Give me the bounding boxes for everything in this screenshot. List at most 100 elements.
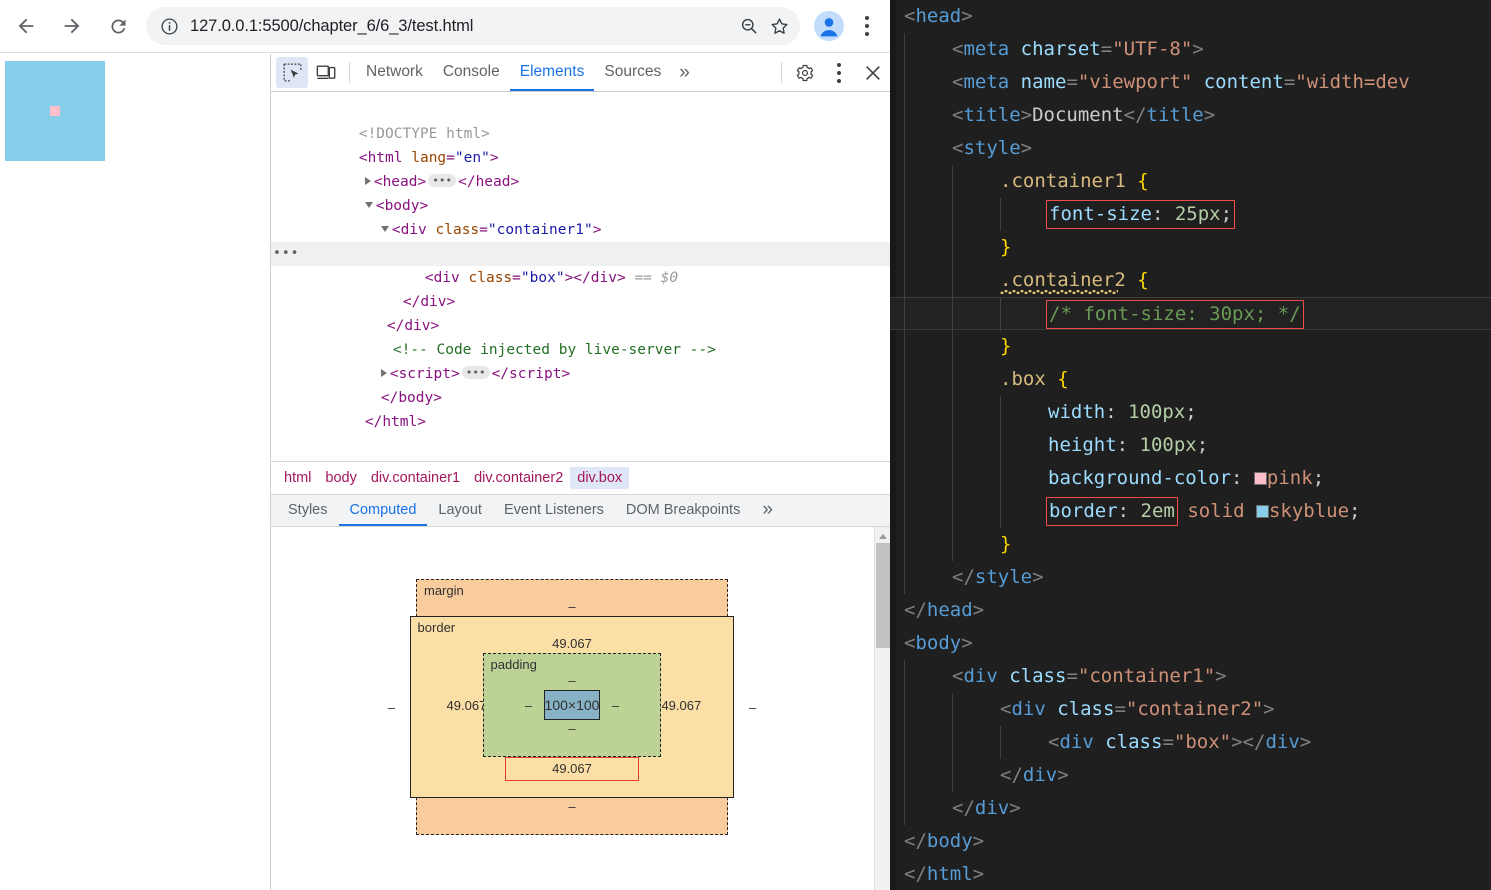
box-model-padding[interactable]: padding – – 100×100 – – [482,653,662,757]
code-line[interactable]: font-size: 25px; [890,198,1491,231]
padding-right-value[interactable]: – [600,698,630,713]
more-tabs-button[interactable]: » [671,54,698,91]
code-token: = [1066,665,1078,687]
tab-console[interactable]: Console [433,54,510,91]
scroll-up-button[interactable] [875,529,890,543]
code-line[interactable]: </style> [890,561,1491,594]
forward-button[interactable] [52,6,92,46]
url-text[interactable]: 127.0.0.1:5500/chapter_6/6_3/test.html [182,17,734,36]
code-line[interactable]: <div class="box"></div> [890,726,1491,759]
code-line[interactable]: width: 100px; [890,396,1491,429]
profile-button[interactable] [810,7,848,45]
margin-right-value[interactable]: – [734,700,770,715]
code-line[interactable]: .container1 { [890,165,1491,198]
box-model-border[interactable]: border 49.067 49.067 padding – – 100×100… [409,616,735,798]
devtools-more-button[interactable] [823,57,855,88]
code-token: ; [1196,434,1209,456]
settings-button[interactable] [789,57,821,88]
code-line[interactable]: <meta charset="UTF-8"> [890,33,1491,66]
dom-row[interactable]: <body> [271,170,890,214]
dom-row[interactable]: <!-- Code injected by live-server --> [271,314,890,358]
color-swatch-icon[interactable] [1255,505,1269,518]
chrome-menu-button[interactable] [850,6,884,46]
padding-left-value[interactable]: – [514,698,544,713]
code-line[interactable]: <head> [890,0,1491,33]
dom-row[interactable]: <html lang="en"> [271,122,890,166]
dom-row-selected[interactable]: ••• <div class="box"></div> == $0 [271,242,890,286]
subtabs-more-button[interactable]: » [751,495,784,526]
subtab-dom-breakpoints[interactable]: DOM Breakpoints [615,495,751,526]
node-menu-icon[interactable]: ••• [273,242,298,266]
reload-button[interactable] [98,6,138,46]
code-line[interactable]: } [890,330,1491,363]
code-token: : [1105,401,1129,423]
code-line[interactable]: <style> [890,132,1491,165]
subtab-computed[interactable]: Computed [338,495,428,526]
code-line[interactable]: </body> [890,825,1491,858]
margin-left-value[interactable]: – [374,700,410,715]
bookmark-button[interactable] [764,11,794,41]
box-model-content[interactable]: 100×100 [543,690,601,720]
code-line[interactable]: <title>Document</title> [890,99,1491,132]
border-right-value[interactable]: 49.067 [661,698,701,713]
tab-network[interactable]: Network [356,54,433,91]
editor-lines[interactable]: <head> <meta charset="UTF-8"> <meta name="… [890,0,1491,890]
subtab-layout[interactable]: Layout [427,495,493,526]
dom-row[interactable]: <!DOCTYPE html> [271,98,890,142]
dom-row[interactable]: <script> ••• </script> [271,338,890,382]
zoom-out-button[interactable] [734,11,764,41]
border-top-value[interactable]: 49.067 [447,635,698,653]
dom-row[interactable]: <div class="container2"> [271,218,890,262]
code-line[interactable]: <div class="container2"> [890,693,1491,726]
device-toolbar-button[interactable] [310,57,342,88]
tab-elements[interactable]: Elements [509,54,595,91]
border-left-value[interactable]: 49.067 [447,698,487,713]
tab-sources[interactable]: Sources [594,54,671,91]
padding-top-value[interactable]: – [514,672,631,690]
code-editor[interactable]: <head> <meta charset="UTF-8"> <meta name="… [890,0,1491,890]
breadcrumb-item-html[interactable]: html [277,467,318,489]
code-token: > [1020,104,1033,126]
code-line[interactable]: .box { [890,363,1491,396]
code-line[interactable]: <meta name="viewport" content="width=dev [890,66,1491,99]
scrollbar-thumb[interactable] [876,543,890,648]
code-line[interactable]: /* font-size: 30px; */ [890,297,1491,331]
dom-tree[interactable]: <!DOCTYPE html> <html lang="en"> <head> •… [271,92,890,461]
computed-pane-scrollbar[interactable] [874,527,890,890]
code-line[interactable]: } [890,528,1491,561]
breadcrumb-item-box[interactable]: div.box [570,467,630,489]
inspect-element-button[interactable] [276,57,308,88]
code-line[interactable]: </div> [890,792,1491,825]
code-line[interactable]: height: 100px; [890,429,1491,462]
code-line[interactable]: .container2 { [890,264,1491,297]
code-line[interactable]: </div> [890,759,1491,792]
dom-row[interactable]: </body> [271,362,890,406]
back-button[interactable] [6,6,46,46]
box-model-margin[interactable]: margin – – border 49.067 49.067 padding [388,579,756,835]
code-line[interactable]: <body> [890,627,1491,660]
subtab-styles[interactable]: Styles [277,495,339,526]
dom-row[interactable]: <div class="container1"> [271,194,890,238]
code-line[interactable]: background-color: pink; [890,462,1491,495]
dom-row[interactable]: </html> [271,386,890,430]
padding-bottom-value[interactable]: – [514,720,631,738]
breadcrumb-item-container2[interactable]: div.container2 [467,467,570,489]
breadcrumb-item-container1[interactable]: div.container1 [364,467,467,489]
dom-row[interactable]: <head> ••• </head> [271,146,890,190]
code-line[interactable]: </head> [890,594,1491,627]
color-swatch-icon[interactable] [1253,472,1267,485]
code-line[interactable]: <div class="container1"> [890,660,1491,693]
close-devtools-button[interactable] [857,57,889,88]
margin-top-value[interactable]: – [453,598,691,616]
site-info-button[interactable] [156,13,182,39]
code-line[interactable]: } [890,231,1491,264]
border-bottom-value[interactable]: 49.067 [505,757,639,781]
dom-row[interactable]: </div> [271,290,890,334]
address-bar[interactable]: 127.0.0.1:5500/chapter_6/6_3/test.html [146,7,800,45]
dom-row[interactable]: </div> [271,266,890,310]
margin-bottom-value[interactable]: – [453,798,691,816]
code-line[interactable]: </html> [890,858,1491,890]
breadcrumb-item-body[interactable]: body [318,467,363,489]
code-line[interactable]: border: 2em solid skyblue; [890,495,1491,528]
subtab-event-listeners[interactable]: Event Listeners [493,495,615,526]
